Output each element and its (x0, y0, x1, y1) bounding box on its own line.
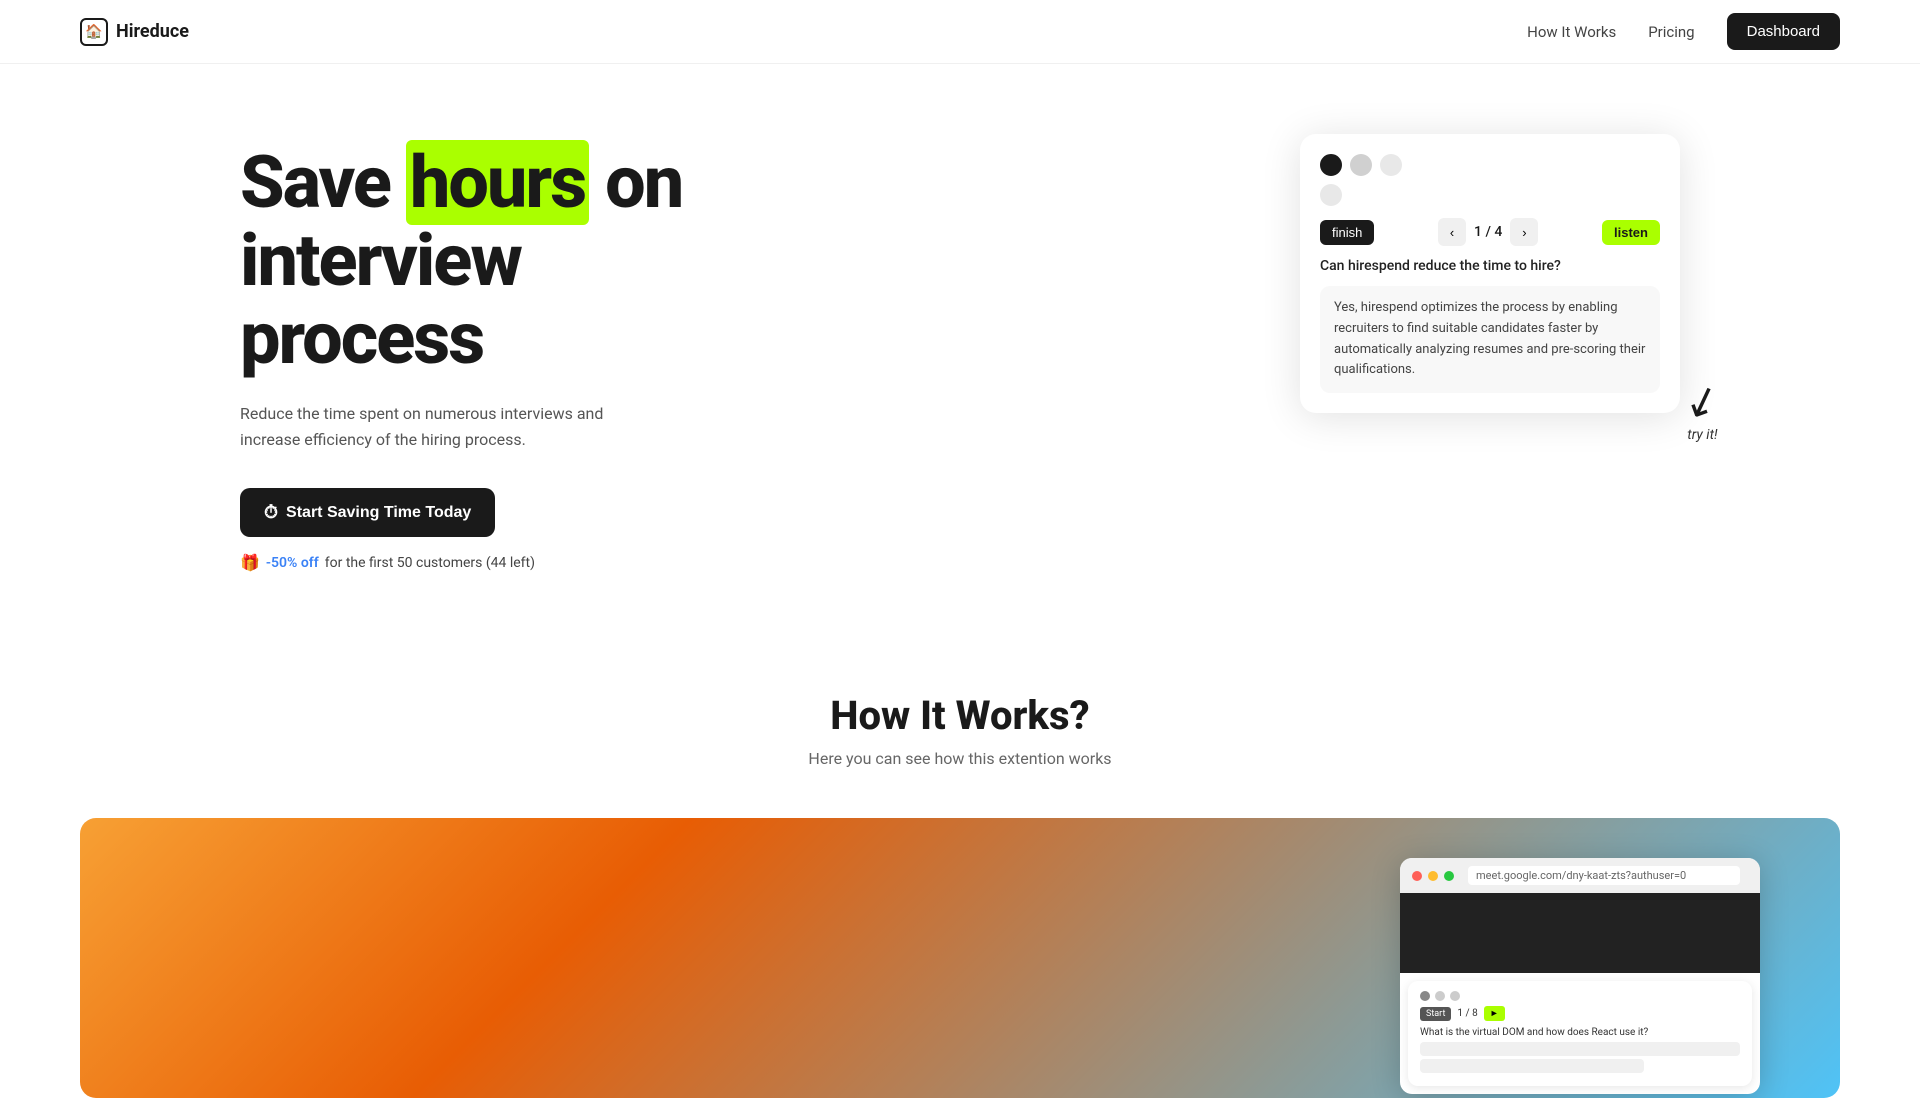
try-it-label: try it! (1687, 427, 1717, 443)
mini-question: What is the virtual DOM and how does Rea… (1420, 1027, 1740, 1038)
logo-text: Hireduce (116, 21, 189, 42)
card-circles (1320, 154, 1660, 176)
browser-window: meet.google.com/dny-kaat-zts?authuser=0 … (1400, 858, 1760, 1094)
hero-subtitle: Reduce the time spent on numerous interv… (240, 401, 660, 452)
mini-dot-1 (1420, 991, 1430, 1001)
card-nav: ‹ 1 / 4 › (1438, 218, 1538, 246)
hero-section: Save hours on interview process Reduce t… (0, 64, 1920, 632)
mini-circles (1420, 991, 1740, 1001)
clock-icon: ⏱ (264, 502, 278, 523)
promo-suffix: for the first 50 customers (44 left) (325, 555, 535, 571)
hero-left: Save hours on interview process Reduce t… (240, 124, 720, 572)
mini-play-btn: ► (1484, 1006, 1505, 1021)
hero-right: finish ‹ 1 / 4 › listen Can hirespend re… (1300, 124, 1680, 413)
promo-discount: -50% off (266, 555, 319, 571)
mini-dot-2 (1435, 991, 1445, 1001)
mini-dot-3 (1450, 991, 1460, 1001)
mini-toolbar: Start 1 / 8 ► (1420, 1006, 1740, 1021)
nav-how-it-works[interactable]: How It Works (1527, 23, 1616, 41)
browser-content (1400, 893, 1760, 973)
hero-title-before: Save (240, 140, 406, 225)
logo-icon: 🏠 (80, 18, 108, 46)
circle-gray (1350, 154, 1372, 176)
page-indicator: 1 / 4 (1474, 224, 1502, 240)
browser-dot-green (1444, 871, 1454, 881)
browser-bar: meet.google.com/dny-kaat-zts?authuser=0 (1400, 858, 1760, 893)
prev-button[interactable]: ‹ (1438, 218, 1466, 246)
gift-icon: 🎁 (240, 553, 260, 572)
qa-card: finish ‹ 1 / 4 › listen Can hirespend re… (1300, 134, 1680, 413)
hero-title: Save hours on interview process (240, 144, 720, 377)
card-answer: Yes, hirespend optimizes the process by … (1320, 286, 1660, 393)
card-toolbar: finish ‹ 1 / 4 › listen (1320, 218, 1660, 246)
circle-dark (1320, 154, 1342, 176)
listen-button[interactable]: listen (1602, 220, 1660, 245)
mini-qa-card: Start 1 / 8 ► What is the virtual DOM an… (1408, 981, 1752, 1086)
video-area: meet.google.com/dny-kaat-zts?authuser=0 … (80, 818, 1840, 1098)
promo-text: 🎁 -50% off for the first 50 customers (4… (240, 553, 720, 572)
circle-light (1380, 154, 1402, 176)
cta-label: Start Saving Time Today (286, 504, 471, 522)
browser-dot-red (1412, 871, 1422, 881)
nav-links: How It Works Pricing Dashboard (1527, 13, 1840, 50)
circle-small (1320, 184, 1342, 206)
nav-pricing[interactable]: Pricing (1648, 23, 1694, 41)
browser-url: meet.google.com/dny-kaat-zts?authuser=0 (1468, 866, 1740, 885)
hero-title-highlight: hours (406, 140, 589, 225)
dashboard-button[interactable]: Dashboard (1727, 13, 1840, 50)
arrow-icon: ↙ (1679, 376, 1726, 428)
next-button[interactable]: › (1510, 218, 1538, 246)
logo[interactable]: 🏠 Hireduce (80, 18, 189, 46)
mini-answer-bar-1 (1420, 1042, 1740, 1056)
browser-dot-yellow (1428, 871, 1438, 881)
finish-button[interactable]: finish (1320, 220, 1374, 245)
mini-answer-bar-2 (1420, 1059, 1644, 1073)
start-saving-button[interactable]: ⏱ Start Saving Time Today (240, 488, 495, 537)
card-question: Can hirespend reduce the time to hire? (1320, 258, 1660, 274)
how-it-works-section: How It Works? Here you can see how this … (0, 632, 1920, 788)
how-subtitle: Here you can see how this extention work… (80, 749, 1840, 768)
try-it-area: ↙ try it! (1685, 381, 1720, 443)
how-title: How It Works? (80, 692, 1840, 739)
mini-page: 1 / 8 (1457, 1008, 1477, 1019)
mini-start-btn: Start (1420, 1007, 1451, 1021)
navbar: 🏠 Hireduce How It Works Pricing Dashboar… (0, 0, 1920, 64)
